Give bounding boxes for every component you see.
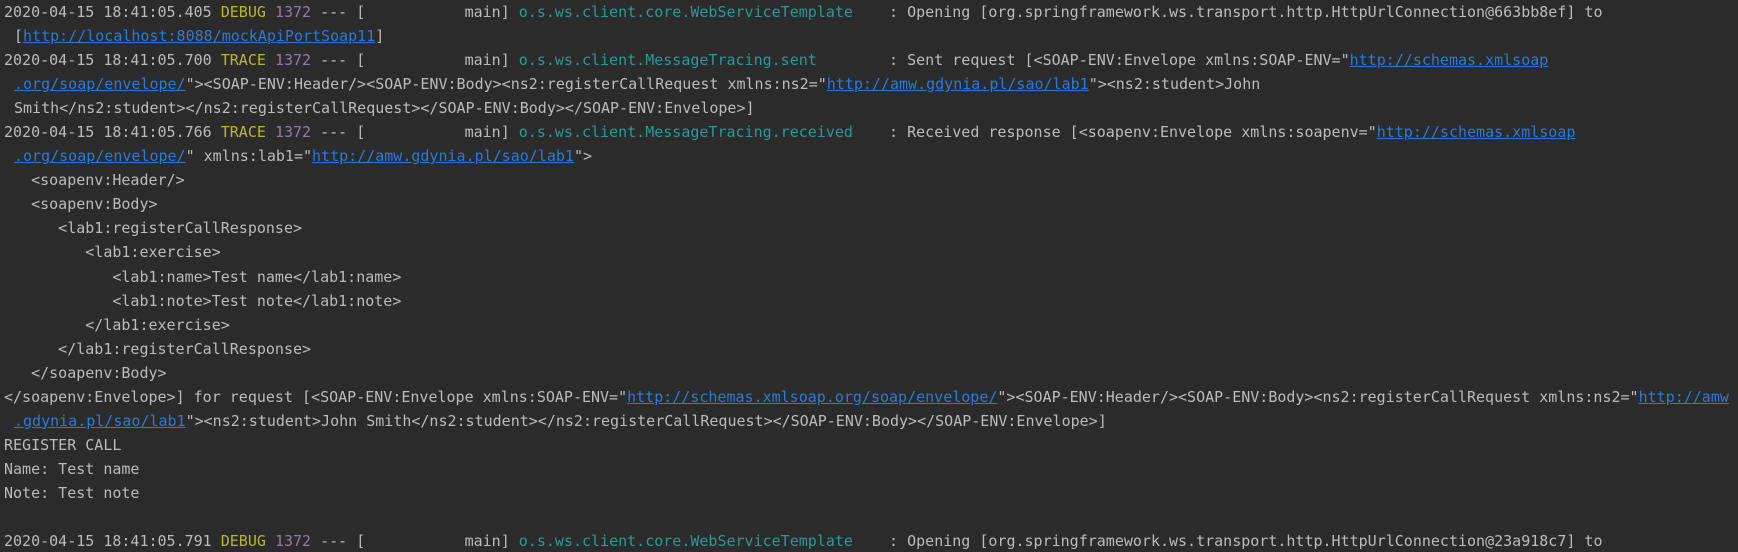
log-text: "><SOAP-ENV:Header/><SOAP-ENV:Body><ns2:… bbox=[997, 387, 1639, 406]
log-text: [ bbox=[14, 27, 24, 46]
log-pid: 1372 bbox=[274, 123, 312, 142]
log-line: Note: Test note bbox=[4, 483, 140, 502]
url-link[interactable]: .org/soap/envelope/ bbox=[14, 75, 186, 93]
url-link[interactable]: http://schemas.xmlsoap.org/soap/envelope… bbox=[627, 388, 997, 406]
url-link[interactable]: http://amw bbox=[1639, 388, 1729, 406]
log-text: "> bbox=[573, 147, 592, 166]
log-logger: o.s.ws.client.core.WebServiceTemplate bbox=[518, 3, 853, 21]
log-message: : Received response [<soapenv:Envelope x… bbox=[889, 123, 1377, 142]
log-message: : Opening [org.springframework.ws.transp… bbox=[889, 3, 1603, 21]
url-link[interactable]: http://amw.gdynia.pl/sao/lab1 bbox=[312, 147, 574, 165]
log-logger: o.s.ws.client.core.WebServiceTemplate bbox=[518, 532, 853, 551]
log-level: DEBUG bbox=[220, 3, 266, 21]
log-logger: o.s.ws.client.MessageTracing.received bbox=[518, 123, 853, 142]
log-line: <lab1:exercise> bbox=[4, 243, 221, 262]
log-thread: --- [ main] bbox=[311, 51, 519, 70]
url-link[interactable]: http://amw.gdynia.pl/sao/lab1 bbox=[827, 75, 1089, 93]
log-line: .gdynia.pl/sao/lab1"><ns2:student>John S… bbox=[4, 409, 1738, 433]
log-line: Name: Test name bbox=[4, 459, 140, 478]
log-line: 2020-04-15 18:41:05.405 DEBUG 1372 --- [… bbox=[4, 0, 1738, 24]
log-line: Smith</ns2:student></ns2:registerCallReq… bbox=[14, 99, 755, 118]
log-line: .org/soap/envelope/" xmlns:lab1="http://… bbox=[4, 144, 1738, 168]
log-level: TRACE bbox=[220, 123, 266, 142]
log-line: <soapenv:Body> bbox=[4, 195, 158, 214]
log-line: <lab1:name>Test name</lab1:name> bbox=[4, 267, 402, 286]
log-thread: --- [ main] bbox=[311, 532, 519, 551]
log-timestamp: 2020-04-15 18:41:05.700 bbox=[4, 51, 212, 70]
url-link[interactable]: .gdynia.pl/sao/lab1 bbox=[14, 412, 186, 430]
log-thread: --- [ main] bbox=[311, 3, 519, 21]
log-pid: 1372 bbox=[274, 3, 312, 21]
log-timestamp: 2020-04-15 18:41:05.791 bbox=[4, 532, 212, 551]
log-line: 2020-04-15 18:41:05.700 TRACE 1372 --- [… bbox=[4, 48, 1738, 72]
log-line: 2020-04-15 18:41:05.766 TRACE 1372 --- [… bbox=[4, 120, 1738, 144]
log-padding bbox=[853, 3, 889, 21]
console-output: 2020-04-15 18:41:05.405 DEBUG 1372 --- [… bbox=[0, 0, 1738, 552]
log-line: <soapenv:Header/> bbox=[4, 171, 185, 190]
log-text: </soapenv:Envelope>] for request [<SOAP-… bbox=[4, 387, 628, 406]
log-line: [http://localhost:8088/mockApiPortSoap11… bbox=[4, 24, 1738, 48]
log-line: 2020-04-15 18:41:05.791 DEBUG 1372 --- [… bbox=[4, 529, 1738, 552]
log-line: </lab1:registerCallResponse> bbox=[4, 339, 312, 358]
log-line: <lab1:note>Test note</lab1:note> bbox=[4, 291, 402, 310]
log-text: " xmlns:lab1=" bbox=[185, 147, 313, 166]
log-timestamp: 2020-04-15 18:41:05.405 bbox=[4, 3, 212, 21]
url-link[interactable]: http://schemas.xmlsoap bbox=[1377, 123, 1576, 141]
log-line: <lab1:registerCallResponse> bbox=[4, 219, 303, 238]
log-line: </soapenv:Envelope>] for request [<SOAP-… bbox=[4, 385, 1738, 409]
log-line: REGISTER CALL bbox=[4, 435, 122, 454]
log-text: "><ns2:student>John Smith</ns2:student><… bbox=[185, 411, 1107, 430]
log-line: </lab1:exercise> bbox=[4, 315, 230, 334]
log-message: : Sent request [<SOAP-ENV:Envelope xmlns… bbox=[889, 51, 1350, 70]
log-text: "><ns2:student>John bbox=[1088, 75, 1261, 94]
log-message: : Opening [org.springframework.ws.transp… bbox=[889, 532, 1603, 551]
log-level: DEBUG bbox=[220, 532, 266, 551]
log-padding bbox=[853, 123, 889, 141]
log-padding bbox=[853, 532, 889, 550]
url-link[interactable]: .org/soap/envelope/ bbox=[14, 147, 186, 165]
log-logger: o.s.ws.client.MessageTracing.sent bbox=[518, 51, 817, 70]
log-text: ] bbox=[375, 27, 385, 46]
url-link[interactable]: http://schemas.xmlsoap bbox=[1350, 51, 1549, 69]
log-level: TRACE bbox=[220, 51, 266, 70]
url-link[interactable]: http://localhost:8088/mockApiPortSoap11 bbox=[23, 27, 375, 45]
log-timestamp: 2020-04-15 18:41:05.766 bbox=[4, 123, 212, 142]
log-thread: --- [ main] bbox=[311, 123, 519, 142]
log-padding bbox=[817, 51, 889, 69]
log-pid: 1372 bbox=[274, 51, 312, 70]
log-text: "><SOAP-ENV:Header/><SOAP-ENV:Body><ns2:… bbox=[185, 75, 827, 94]
log-pid: 1372 bbox=[274, 532, 312, 551]
log-line: .org/soap/envelope/"><SOAP-ENV:Header/><… bbox=[4, 72, 1738, 96]
log-line: </soapenv:Body> bbox=[4, 363, 167, 382]
